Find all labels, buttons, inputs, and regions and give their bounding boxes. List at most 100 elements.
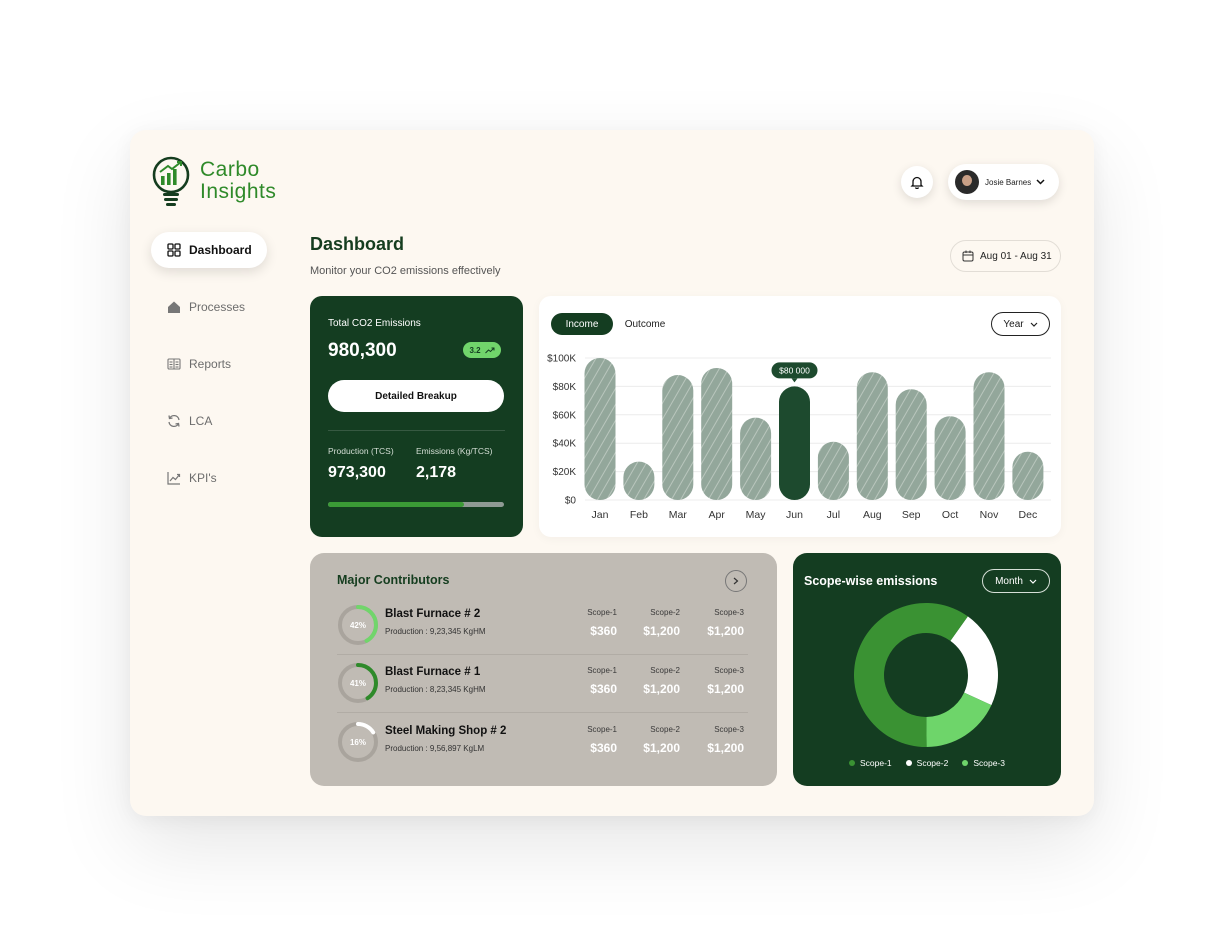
scope-value: $1,200 [643,682,680,696]
grid-icon [167,243,181,257]
chevron-down-icon [1029,579,1037,584]
scope-label: Scope-3 [714,666,744,675]
production-label: Production (TCS) [328,446,394,456]
scope-label: Scope-1 [587,666,617,675]
bar-nov[interactable] [973,372,1005,500]
x-tick-label: Jun [786,509,803,521]
detailed-breakup-button[interactable]: Detailed Breakup [328,380,504,412]
sidebar-item-kpis[interactable]: KPI's [151,460,267,496]
bar-aug[interactable] [856,372,888,500]
brand-name: Carbo Insights [200,159,276,203]
legend-label: Scope-2 [916,758,949,768]
legend-dot [848,760,855,766]
y-tick-label: $0 [565,496,577,507]
major-contributors-card: Major Contributors 42% Blast Furnace # 2… [310,553,777,786]
legend-item: Scope-2 [905,758,949,768]
tab-outcome[interactable]: Outcome [617,313,673,335]
bar-jul[interactable] [817,441,849,500]
contributor-row[interactable]: 41% Blast Furnace # 1 Production : 8,23,… [337,660,748,706]
period-select-value: Month [995,575,1023,587]
row-divider [337,712,748,713]
brand-line-1: Carbo [200,158,260,181]
trend-badge: 3.2 [463,342,501,358]
percent-ring: 42% [338,605,378,645]
sidebar-item-label: Processes [189,300,246,314]
bar-jun[interactable] [779,386,810,500]
chevron-down-icon [1030,322,1038,327]
sidebar-item-dashboard[interactable]: Dashboard [151,232,267,268]
bar-dec[interactable] [1012,451,1044,500]
x-tick-label: Dec [1019,509,1038,521]
notifications-button[interactable] [901,166,933,198]
contributor-row[interactable]: 42% Blast Furnace # 2 Production : 9,23,… [337,602,748,648]
monthly-chart-card: $0 $20K $40K $60K $80K $100K Jan Feb Mar Apr May Ju… [539,296,1061,537]
card-title: Major Contributors [337,573,450,587]
bar-feb[interactable] [623,461,655,500]
scope-label: Scope-3 [714,725,744,734]
legend-item: Scope-3 [962,758,1005,768]
x-tick-label: Apr [709,509,726,521]
percent-label: 42% [350,621,366,630]
brand-line-2: Insights [200,180,277,203]
contributor-production: Production : 9,56,897 KgLM [385,744,485,753]
trend-badge-value: 3.2 [469,345,481,355]
legend-label: Scope-1 [859,758,892,768]
bar-mar[interactable] [662,375,694,500]
calendar-icon [962,250,974,262]
page-title: Dashboard [310,234,405,254]
user-menu-button[interactable]: Josie Barnes [948,164,1059,200]
period-select[interactable]: Month [982,569,1050,593]
tooltip-pointer [791,378,798,383]
refresh-icon [167,414,181,428]
scope-emissions-card: Scope-wise emissions Month Scope-1 Scope… [793,553,1061,786]
x-tick-label: Oct [942,509,958,521]
sidebar-item-lca[interactable]: LCA [151,403,267,439]
reports-icon [167,357,181,371]
chevron-right-icon [733,577,739,585]
brand-logo[interactable]: Carbo Insights [150,156,276,206]
sidebar-item-processes[interactable]: Processes [151,289,267,325]
contributor-row[interactable]: 16% Steel Making Shop # 2 Production : 9… [337,719,748,765]
sidebar-item-label: Dashboard [189,243,252,257]
percent-ring: 41% [338,663,378,703]
intensity-label: Emissions (Kg/TCS) [416,446,493,456]
bar-oct[interactable] [934,416,966,500]
period-select-value: Year [1003,318,1024,330]
home-icon [167,300,181,314]
scope-value: $1,200 [707,682,744,696]
lightbulb-chart-icon [152,156,190,206]
intensity-value: 2,178 [416,464,457,481]
slice-scope-3[interactable] [926,692,992,747]
scope-donut-chart [854,603,998,747]
view-more-button[interactable] [725,570,747,592]
bar-sep[interactable] [895,389,927,500]
date-range-picker[interactable]: Aug 01 - Aug 31 [950,240,1061,272]
scope-value: $1,200 [643,741,680,755]
total-emissions-value: 980,300 [328,340,397,361]
y-tick-label: $100K [547,354,576,365]
chart-legend: Scope-1 Scope-2 Scope-3 [793,758,1061,768]
bar-apr[interactable] [701,367,733,500]
bell-icon [910,176,924,189]
y-tick-label: $40K [553,439,577,450]
user-name: Josie Barnes [985,177,1032,187]
bar-jan[interactable] [584,358,616,500]
tooltip-label: $80 000 [779,365,810,375]
percent-label: 41% [350,679,366,688]
trend-up-icon [484,347,495,353]
progress-fill [328,502,464,507]
scope-value: $1,200 [643,624,680,638]
sidebar-nav: Dashboard Processes Reports LCA KPI's [151,232,267,517]
tab-income[interactable]: Income [551,313,613,335]
period-select[interactable]: Year [991,312,1050,336]
scope-value: $1,200 [707,741,744,755]
page-subtitle: Monitor your CO2 emissions effectively [310,265,501,277]
legend-item: Scope-1 [848,758,892,768]
x-tick-label: Jan [592,509,609,521]
emissions-progress-bar [328,502,504,507]
contributor-name: Blast Furnace # 1 [385,666,481,678]
scope-value: $360 [590,741,617,755]
percent-label: 16% [350,738,366,747]
sidebar-item-reports[interactable]: Reports [151,346,267,382]
bar-may[interactable] [740,417,772,500]
